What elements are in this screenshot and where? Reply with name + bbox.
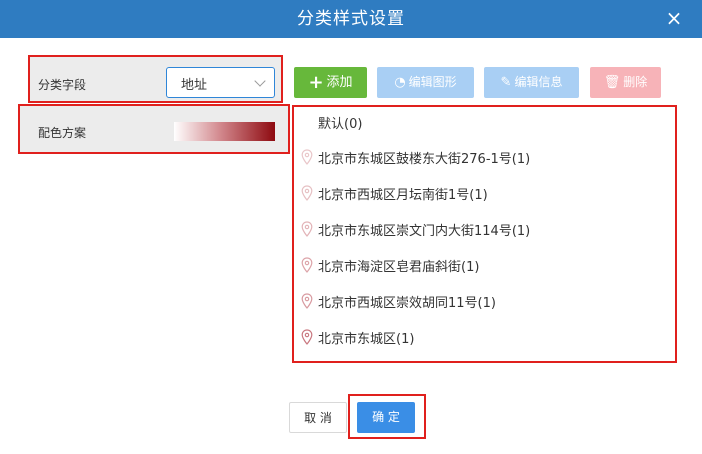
location-pin-icon <box>301 329 313 345</box>
add-label: 添加 <box>326 75 353 90</box>
list-item-label: 默认(0) <box>318 117 363 132</box>
ok-button[interactable]: 确 定 <box>357 402 415 433</box>
edit-info-button[interactable]: ✎ 编辑信息 <box>484 67 579 98</box>
list-item-label: 北京市海淀区皂君庙斜街(1) <box>318 260 480 275</box>
edit-shape-button[interactable]: ◔ 编辑图形 <box>377 67 474 98</box>
location-pin-icon <box>301 221 313 237</box>
shape-icon: ◔ <box>394 75 406 90</box>
list-item-label: 北京市西城区崇效胡同11号(1) <box>318 296 496 311</box>
edit-icon: ✎ <box>500 75 512 90</box>
location-pin-icon <box>301 149 313 165</box>
list-item-label: 北京市东城区(1) <box>318 332 415 347</box>
list-item[interactable]: 北京市海淀区皂君庙斜街(1) <box>318 256 479 276</box>
list-item[interactable]: 北京市东城区(1) <box>318 328 414 348</box>
color-scheme-gradient[interactable] <box>174 122 275 141</box>
location-pin-icon <box>301 185 313 201</box>
delete-button[interactable]: 🗑 删除 <box>590 67 661 98</box>
edit-shape-label: 编辑图形 <box>408 75 457 89</box>
list-item[interactable]: 北京市东城区崇文门内大街114号(1) <box>318 220 530 240</box>
list-item-label: 北京市西城区月坛南街1号(1) <box>318 188 488 203</box>
color-scheme-label: 配色方案 <box>38 126 87 140</box>
list-item-label: 北京市东城区鼓楼东大街276-1号(1) <box>318 152 531 167</box>
classification-field-label: 分类字段 <box>38 78 87 92</box>
classification-style-dialog: 分类样式设置 × 分类字段 地址 配色方案 + 添加 ◔ 编辑图形 ✎ 编辑信息 🗑 删… <box>0 0 702 454</box>
edit-info-label: 编辑信息 <box>514 75 563 89</box>
dialog-title: 分类样式设置 <box>297 9 405 29</box>
list-item[interactable]: 北京市西城区月坛南街1号(1) <box>318 184 488 204</box>
dialog-titlebar: 分类样式设置 × <box>0 0 702 38</box>
location-pin-icon <box>301 257 313 273</box>
list-item-label: 北京市东城区崇文门内大街114号(1) <box>318 224 531 239</box>
trash-icon: 🗑 <box>603 75 621 90</box>
chevron-down-icon <box>254 75 266 87</box>
delete-label: 删除 <box>623 75 648 89</box>
classification-field-select[interactable]: 地址 <box>166 67 275 98</box>
location-pin-icon <box>301 293 313 309</box>
classification-field-value: 地址 <box>181 78 208 93</box>
list-item[interactable]: 北京市西城区崇效胡同11号(1) <box>318 292 496 312</box>
close-icon[interactable]: × <box>664 8 684 28</box>
cancel-button[interactable]: 取 消 <box>289 402 347 433</box>
plus-icon: + <box>308 72 324 93</box>
list-item[interactable]: 北京市东城区鼓楼东大街276-1号(1) <box>318 148 530 168</box>
add-button[interactable]: + 添加 <box>294 67 367 98</box>
list-item[interactable]: 默认(0) <box>318 113 362 133</box>
